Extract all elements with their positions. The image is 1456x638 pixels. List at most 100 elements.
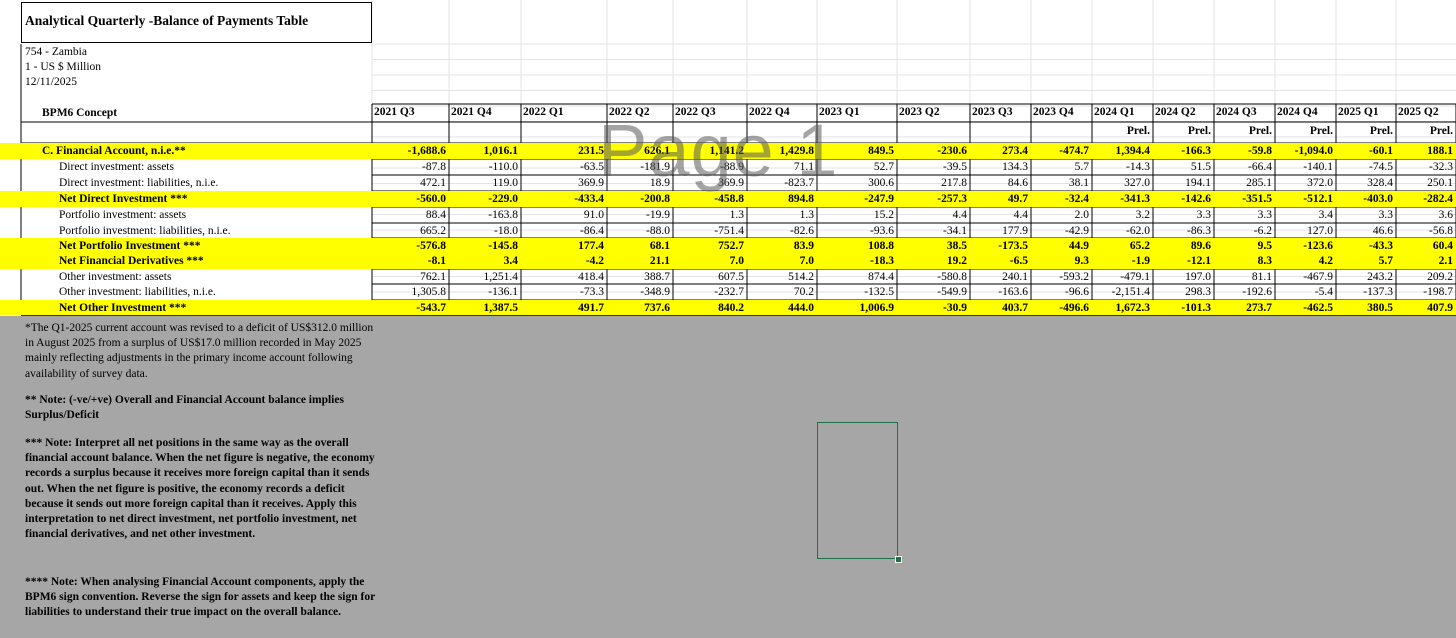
table-cell[interactable]: -580.8	[897, 270, 967, 285]
table-cell[interactable]: -229.0	[449, 192, 518, 207]
table-cell[interactable]: 369.9	[521, 176, 604, 191]
table-cell[interactable]: 840.2	[673, 301, 744, 316]
table-cell[interactable]: -39.5	[897, 160, 967, 175]
table-cell[interactable]: 472.1	[372, 176, 446, 191]
table-cell[interactable]: -348.9	[607, 285, 670, 300]
table-cell[interactable]: 194.1	[1153, 176, 1211, 191]
column-header[interactable]: 2023 Q1	[819, 106, 860, 118]
table-cell[interactable]: -32.4	[1031, 192, 1089, 207]
table-cell[interactable]: -823.7	[747, 176, 814, 191]
fill-handle[interactable]	[895, 556, 902, 563]
table-cell[interactable]: -19.9	[607, 208, 670, 223]
row-label[interactable]: Net Portfolio Investment ***	[59, 239, 200, 254]
table-cell[interactable]: 68.1	[607, 239, 670, 254]
table-cell[interactable]: 1.3	[747, 208, 814, 223]
table-cell[interactable]: 7.0	[747, 254, 814, 269]
table-cell[interactable]: 2.1	[1396, 254, 1453, 269]
table-cell[interactable]: 5.7	[1031, 160, 1089, 175]
table-cell[interactable]: 1.3	[673, 208, 744, 223]
column-header[interactable]: 2022 Q4	[749, 106, 790, 118]
table-cell[interactable]: -4.2	[521, 254, 604, 269]
table-cell[interactable]: 7.0	[673, 254, 744, 269]
table-cell[interactable]: -12.1	[1153, 254, 1211, 269]
table-cell[interactable]: 1,672.3	[1092, 301, 1151, 316]
table-cell[interactable]: 71.1	[747, 160, 814, 175]
column-header[interactable]: 2021 Q3	[374, 106, 415, 118]
table-cell[interactable]: 49.7	[970, 192, 1028, 207]
table-cell[interactable]: 108.8	[817, 239, 894, 254]
table-cell[interactable]: 2.0	[1031, 208, 1089, 223]
table-cell[interactable]: -110.0	[449, 160, 518, 175]
table-cell[interactable]: 177.4	[521, 239, 604, 254]
table-cell[interactable]: -60.1	[1336, 144, 1393, 159]
table-cell[interactable]: -341.3	[1092, 192, 1150, 207]
table-cell[interactable]: 3.3	[1153, 208, 1211, 223]
table-cell[interactable]: 70.2	[747, 285, 814, 300]
table-cell[interactable]: -467.9	[1275, 270, 1333, 285]
table-cell[interactable]: -132.5	[817, 285, 894, 300]
table-cell[interactable]: -166.3	[1153, 144, 1211, 159]
table-cell[interactable]: -123.6	[1275, 239, 1333, 254]
table-cell[interactable]: -351.5	[1214, 192, 1272, 207]
table-cell[interactable]: -87.8	[372, 160, 446, 175]
table-cell[interactable]: 46.6	[1336, 224, 1393, 239]
table-cell[interactable]: -63.5	[521, 160, 604, 175]
table-cell[interactable]: -30.9	[897, 301, 967, 316]
table-cell[interactable]: -140.1	[1275, 160, 1333, 175]
table-cell[interactable]: -56.8	[1396, 224, 1453, 239]
table-cell[interactable]: 298.3	[1153, 285, 1211, 300]
table-cell[interactable]: 18.9	[607, 176, 670, 191]
table-cell[interactable]: -593.2	[1031, 270, 1089, 285]
table-cell[interactable]: -86.3	[1153, 224, 1211, 239]
table-cell[interactable]: -93.6	[817, 224, 894, 239]
table-cell[interactable]: -576.8	[372, 239, 446, 254]
table-cell[interactable]: -549.9	[897, 285, 967, 300]
column-header[interactable]: 2023 Q3	[972, 106, 1013, 118]
table-cell[interactable]: -200.8	[607, 192, 670, 207]
table-cell[interactable]: -86.4	[521, 224, 604, 239]
table-cell[interactable]: -2,151.4	[1092, 285, 1150, 300]
table-cell[interactable]: -543.7	[372, 301, 446, 316]
table-cell[interactable]: 4.4	[970, 208, 1028, 223]
table-cell[interactable]: 4.4	[897, 208, 967, 223]
table-cell[interactable]: 177.9	[970, 224, 1028, 239]
column-header[interactable]: 2024 Q1	[1094, 106, 1135, 118]
table-cell[interactable]: 3.3	[1214, 208, 1272, 223]
table-cell[interactable]: -88.0	[607, 224, 670, 239]
table-cell[interactable]: -62.0	[1092, 224, 1150, 239]
column-header[interactable]: 2023 Q4	[1033, 106, 1074, 118]
table-cell[interactable]: 874.4	[817, 270, 894, 285]
table-cell[interactable]: 285.1	[1214, 176, 1272, 191]
row-label[interactable]: Other investment: liabilities, n.i.e.	[59, 285, 216, 300]
table-cell[interactable]: 1,141.2	[673, 144, 745, 159]
table-cell[interactable]: 84.6	[970, 176, 1028, 191]
table-cell[interactable]: 9.3	[1031, 254, 1089, 269]
table-cell[interactable]: 8.3	[1214, 254, 1272, 269]
selected-cell-range[interactable]	[817, 422, 898, 559]
column-header[interactable]: 2021 Q4	[451, 106, 492, 118]
table-cell[interactable]: 240.1	[970, 270, 1028, 285]
table-cell[interactable]: 372.0	[1275, 176, 1333, 191]
table-cell[interactable]: 3.4	[1275, 208, 1333, 223]
table-cell[interactable]: 273.7	[1214, 301, 1272, 316]
table-cell[interactable]: -18.0	[449, 224, 518, 239]
table-cell[interactable]: -163.8	[449, 208, 518, 223]
table-cell[interactable]: -512.1	[1275, 192, 1333, 207]
row-label[interactable]: Portfolio investment: liabilities, n.i.e…	[59, 224, 231, 239]
table-cell[interactable]: -74.5	[1336, 160, 1393, 175]
table-cell[interactable]: 127.0	[1275, 224, 1333, 239]
table-cell[interactable]: 1,429.8	[747, 144, 815, 159]
table-cell[interactable]: -1.9	[1092, 254, 1150, 269]
table-cell[interactable]: 4.2	[1275, 254, 1333, 269]
table-cell[interactable]: -96.6	[1031, 285, 1089, 300]
table-cell[interactable]: 3.3	[1336, 208, 1393, 223]
table-cell[interactable]: -560.0	[372, 192, 446, 207]
table-cell[interactable]: 273.4	[970, 144, 1028, 159]
row-label[interactable]: Net Financial Derivatives ***	[59, 254, 204, 269]
table-cell[interactable]: -88.9	[673, 160, 744, 175]
column-header[interactable]: 2025 Q2	[1398, 106, 1439, 118]
table-cell[interactable]: 38.5	[897, 239, 967, 254]
table-cell[interactable]: 1,016.1	[449, 144, 519, 159]
table-cell[interactable]: 607.5	[673, 270, 744, 285]
table-cell[interactable]: 81.1	[1214, 270, 1272, 285]
